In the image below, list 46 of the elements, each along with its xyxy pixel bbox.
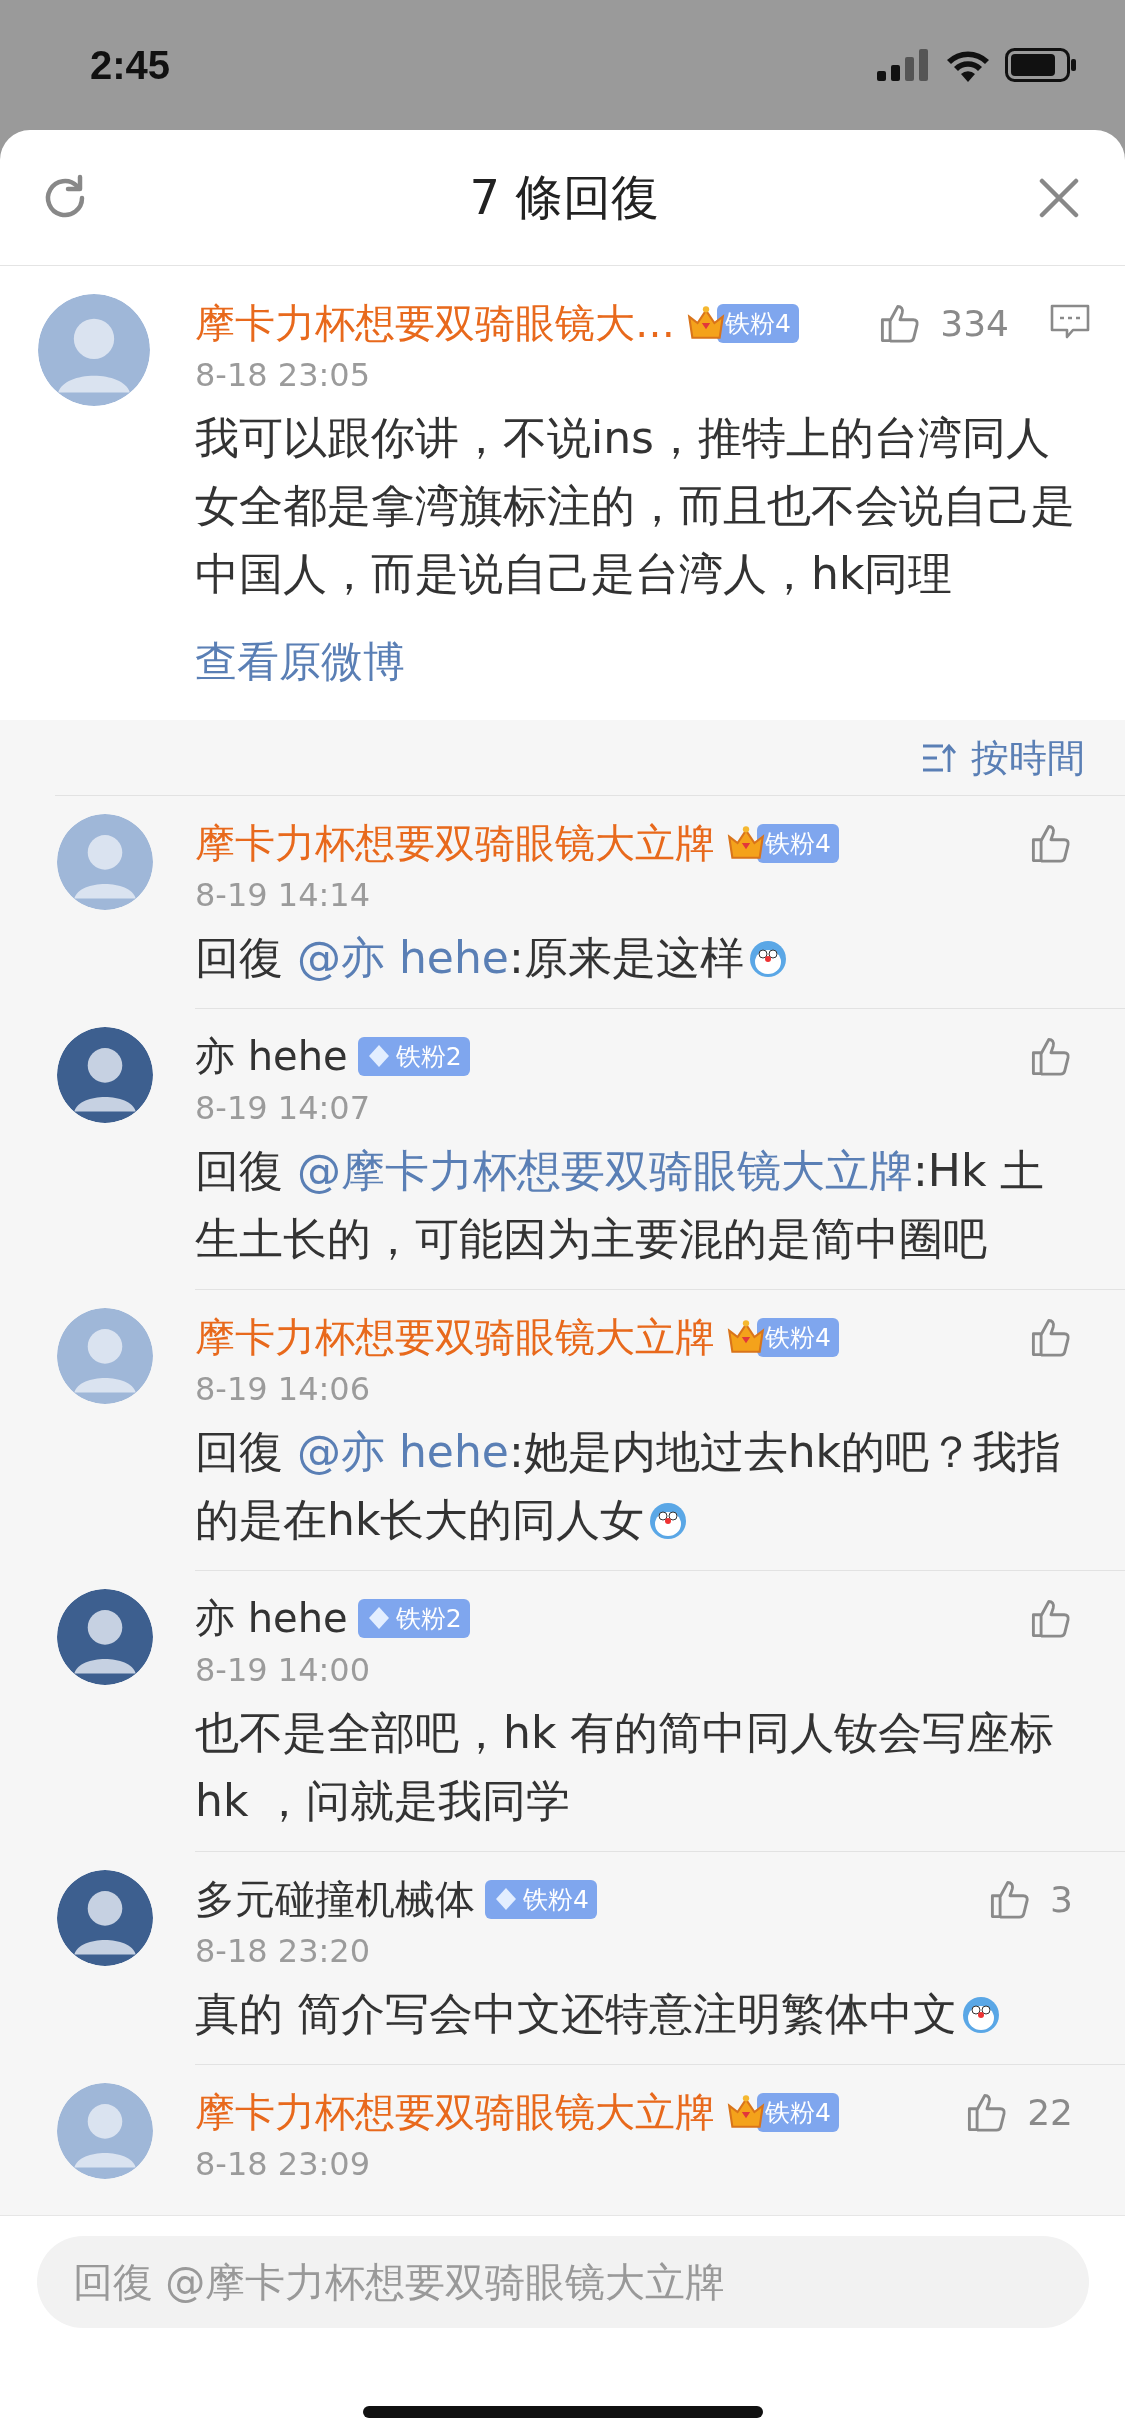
like-count: 22 xyxy=(1027,2091,1073,2133)
fan-level-badge: 铁粉4 xyxy=(757,1317,839,1357)
comment-text: 回復 @摩卡力杯想要双骑眼镜大立牌:Hk 土生土长的，可能因为主要混的是简中圈吧 xyxy=(195,1144,1046,1266)
close-icon[interactable] xyxy=(1039,177,1079,218)
comment-time: 8-18 23:09 xyxy=(195,2144,371,2185)
comment-time: 8-18 23:20 xyxy=(195,1931,371,1972)
comment-text: 也不是全部吧，hk 有的简中同人钕会写座标hk ，问就是我同学 xyxy=(195,1706,1056,1828)
user-name[interactable]: 摩卡力杯想要双骑眼镜大立牌 xyxy=(195,2084,715,2140)
user-name[interactable]: 摩卡力杯想要双骑眼镜大立牌 xyxy=(195,815,715,871)
comment-time: 8-19 14:14 xyxy=(195,875,371,916)
mention-link[interactable]: @亦 hehe xyxy=(297,932,509,983)
comment-text: 真的 简介写会中文还特意注明繁体中文 xyxy=(195,1980,1073,2048)
like-count: 334 xyxy=(940,302,1009,344)
comment-time: 8-19 14:00 xyxy=(195,1650,371,1691)
user-name[interactable]: 多元碰撞机械体 xyxy=(195,1871,475,1927)
like-count: 3 xyxy=(1050,1878,1073,1920)
user-name[interactable]: 亦 hehe xyxy=(195,1028,348,1084)
comment-text: 回復 @亦 hehe:她是内地过去hk的吧？我指的是在hk长大的同人女 xyxy=(195,1425,1063,1547)
sheet-title: 7 條回復 xyxy=(469,167,660,227)
avatar[interactable] xyxy=(57,1589,153,1685)
sort-icon xyxy=(921,742,957,774)
mention-link[interactable]: @亦 hehe xyxy=(297,1426,509,1477)
status-time: 2:45 xyxy=(90,42,171,88)
view-original-link[interactable]: 查看原微博 xyxy=(195,628,405,696)
avatar[interactable] xyxy=(57,1870,153,1966)
comment-time: 8-19 14:07 xyxy=(195,1088,371,1129)
battery-icon xyxy=(1005,48,1077,82)
fan-level-badge: 铁粉4 xyxy=(757,823,839,863)
fan-level-badge: 铁粉2 xyxy=(357,1036,470,1076)
avatar[interactable] xyxy=(57,1027,153,1123)
comment-time: 8-18 23:05 xyxy=(195,355,371,396)
fan-level-badge: 铁粉2 xyxy=(357,1598,470,1638)
wifi-icon xyxy=(945,48,991,82)
fan-level-badge: 铁粉4 xyxy=(485,1879,597,1919)
comment-text: 回復 @亦 hehe:原来是这样 xyxy=(195,924,1073,992)
mention-link[interactable]: @摩卡力杯想要双骑眼镜大立牌 xyxy=(297,1145,913,1196)
comment-time: 8-19 14:06 xyxy=(195,1369,371,1410)
sort-by-time-button[interactable]: 按時間 xyxy=(921,728,1085,788)
user-name[interactable]: 亦 hehe xyxy=(195,1590,348,1646)
reply-input-field[interactable]: 回復 @摩卡力杯想要双骑眼镜大立牌 xyxy=(36,2236,1089,2328)
signal-icon xyxy=(877,49,931,81)
user-name[interactable]: 摩卡力杯想要双骑眼镜大… xyxy=(195,295,675,351)
user-name[interactable]: 摩卡力杯想要双骑眼镜大立牌 xyxy=(195,1309,715,1365)
fan-level-badge: 铁粉4 xyxy=(717,303,799,343)
comment-text: 我可以跟你讲，不说ins，推特上的台湾同人女全都是拿湾旗标注的，而且也不会说自己是中国人，而是说自己是台湾人，hk同理 xyxy=(195,411,1076,601)
fan-level-badge: 铁粉4 xyxy=(757,2092,839,2132)
